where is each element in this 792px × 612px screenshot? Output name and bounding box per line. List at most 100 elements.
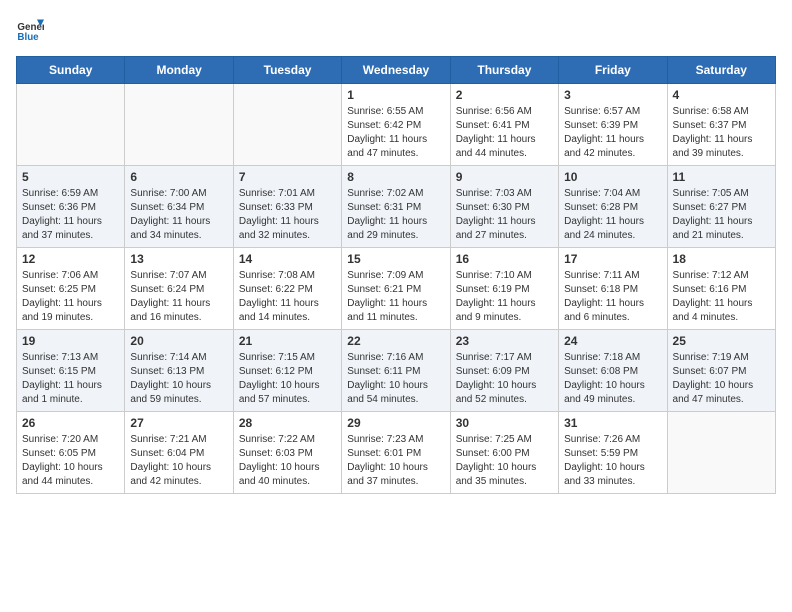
day-info: Sunrise: 7:04 AMSunset: 6:28 PMDaylight:… xyxy=(564,187,661,243)
day-number: 15 xyxy=(347,252,444,266)
day-info: Sunrise: 7:25 AMSunset: 6:00 PMDaylight:… xyxy=(456,433,553,489)
table-row: 9 Sunrise: 7:03 AMSunset: 6:30 PMDaylight… xyxy=(450,166,558,248)
table-row: 17Sunrise: 7:11 AMSunset: 6:18 PMDayligh… xyxy=(559,248,667,330)
header-saturday: Saturday xyxy=(667,57,775,84)
day-number: 22 xyxy=(347,334,444,348)
day-number: 20 xyxy=(130,334,227,348)
day-number: 9 xyxy=(456,170,553,184)
table-row: 23Sunrise: 7:17 AMSunset: 6:09 PMDayligh… xyxy=(450,330,558,412)
svg-text:Blue: Blue xyxy=(17,32,39,43)
day-number: 8 xyxy=(347,170,444,184)
table-row: 8 Sunrise: 7:02 AMSunset: 6:31 PMDaylight… xyxy=(342,166,450,248)
day-info: Sunrise: 6:57 AMSunset: 6:39 PMDaylight:… xyxy=(564,105,661,161)
day-info: Sunrise: 7:08 AMSunset: 6:22 PMDaylight:… xyxy=(239,269,336,325)
day-info: Sunrise: 7:19 AMSunset: 6:07 PMDaylight:… xyxy=(673,351,770,407)
table-row: 1 Sunrise: 6:55 AMSunset: 6:42 PMDaylight… xyxy=(342,84,450,166)
day-number: 28 xyxy=(239,416,336,430)
day-info: Sunrise: 7:00 AMSunset: 6:34 PMDaylight:… xyxy=(130,187,227,243)
day-number: 26 xyxy=(22,416,119,430)
day-info: Sunrise: 7:03 AMSunset: 6:30 PMDaylight:… xyxy=(456,187,553,243)
day-number: 11 xyxy=(673,170,770,184)
weekday-header-row: Sunday Monday Tuesday Wednesday Thursday… xyxy=(17,57,776,84)
header: General Blue xyxy=(16,16,776,44)
header-tuesday: Tuesday xyxy=(233,57,341,84)
day-number: 3 xyxy=(564,88,661,102)
day-info: Sunrise: 6:58 AMSunset: 6:37 PMDaylight:… xyxy=(673,105,770,161)
day-info: Sunrise: 7:15 AMSunset: 6:12 PMDaylight:… xyxy=(239,351,336,407)
day-info: Sunrise: 7:09 AMSunset: 6:21 PMDaylight:… xyxy=(347,269,444,325)
table-row: 26 Sunrise: 7:20 AMSunset: 6:05 PMDayligh… xyxy=(17,412,125,494)
table-row: 19 Sunrise: 7:13 AMSunset: 6:15 PMDayligh… xyxy=(17,330,125,412)
table-row: 14 Sunrise: 7:08 AMSunset: 6:22 PMDayligh… xyxy=(233,248,341,330)
table-row: 15 Sunrise: 7:09 AMSunset: 6:21 PMDayligh… xyxy=(342,248,450,330)
day-number: 19 xyxy=(22,334,119,348)
calendar-week-5: 26 Sunrise: 7:20 AMSunset: 6:05 PMDayligh… xyxy=(17,412,776,494)
table-row: 10 Sunrise: 7:04 AMSunset: 6:28 PMDayligh… xyxy=(559,166,667,248)
table-row: 30 Sunrise: 7:25 AMSunset: 6:00 PMDayligh… xyxy=(450,412,558,494)
day-info: Sunrise: 7:13 AMSunset: 6:15 PMDaylight:… xyxy=(22,351,119,407)
table-row: 3 Sunrise: 6:57 AMSunset: 6:39 PMDaylight… xyxy=(559,84,667,166)
table-row: 7 Sunrise: 7:01 AMSunset: 6:33 PMDaylight… xyxy=(233,166,341,248)
calendar-week-1: 1 Sunrise: 6:55 AMSunset: 6:42 PMDaylight… xyxy=(17,84,776,166)
table-row: 13 Sunrise: 7:07 AMSunset: 6:24 PMDayligh… xyxy=(125,248,233,330)
table-row xyxy=(233,84,341,166)
table-row: 24 Sunrise: 7:18 AMSunset: 6:08 PMDayligh… xyxy=(559,330,667,412)
day-number: 29 xyxy=(347,416,444,430)
logo: General Blue xyxy=(16,16,44,44)
day-number: 25 xyxy=(673,334,770,348)
day-info: Sunrise: 7:23 AMSunset: 6:01 PMDaylight:… xyxy=(347,433,444,489)
table-row: 16 Sunrise: 7:10 AMSunset: 6:19 PMDayligh… xyxy=(450,248,558,330)
table-row: 22 Sunrise: 7:16 AMSunset: 6:11 PMDayligh… xyxy=(342,330,450,412)
table-row: 6Sunrise: 7:00 AMSunset: 6:34 PMDaylight… xyxy=(125,166,233,248)
table-row: 2Sunrise: 6:56 AMSunset: 6:41 PMDaylight… xyxy=(450,84,558,166)
day-info: Sunrise: 6:56 AMSunset: 6:41 PMDaylight:… xyxy=(456,105,553,161)
day-info: Sunrise: 7:18 AMSunset: 6:08 PMDaylight:… xyxy=(564,351,661,407)
table-row: 4 Sunrise: 6:58 AMSunset: 6:37 PMDaylight… xyxy=(667,84,775,166)
day-info: Sunrise: 7:10 AMSunset: 6:19 PMDaylight:… xyxy=(456,269,553,325)
day-number: 30 xyxy=(456,416,553,430)
day-info: Sunrise: 7:20 AMSunset: 6:05 PMDaylight:… xyxy=(22,433,119,489)
day-number: 5 xyxy=(22,170,119,184)
day-info: Sunrise: 7:07 AMSunset: 6:24 PMDaylight:… xyxy=(130,269,227,325)
table-row: 27 Sunrise: 7:21 AMSunset: 6:04 PMDayligh… xyxy=(125,412,233,494)
day-number: 10 xyxy=(564,170,661,184)
table-row: 29 Sunrise: 7:23 AMSunset: 6:01 PMDayligh… xyxy=(342,412,450,494)
day-number: 12 xyxy=(22,252,119,266)
day-number: 4 xyxy=(673,88,770,102)
day-info: Sunrise: 7:22 AMSunset: 6:03 PMDaylight:… xyxy=(239,433,336,489)
day-number: 24 xyxy=(564,334,661,348)
table-row: 11Sunrise: 7:05 AMSunset: 6:27 PMDayligh… xyxy=(667,166,775,248)
table-row xyxy=(17,84,125,166)
calendar-week-2: 5 Sunrise: 6:59 AMSunset: 6:36 PMDaylight… xyxy=(17,166,776,248)
day-info: Sunrise: 7:26 AMSunset: 5:59 PMDaylight:… xyxy=(564,433,661,489)
day-number: 21 xyxy=(239,334,336,348)
day-number: 31 xyxy=(564,416,661,430)
day-number: 7 xyxy=(239,170,336,184)
table-row: 18Sunrise: 7:12 AMSunset: 6:16 PMDayligh… xyxy=(667,248,775,330)
day-info: Sunrise: 7:21 AMSunset: 6:04 PMDaylight:… xyxy=(130,433,227,489)
day-number: 14 xyxy=(239,252,336,266)
header-sunday: Sunday xyxy=(17,57,125,84)
day-number: 23 xyxy=(456,334,553,348)
calendar-week-3: 12Sunrise: 7:06 AMSunset: 6:25 PMDayligh… xyxy=(17,248,776,330)
day-info: Sunrise: 7:16 AMSunset: 6:11 PMDaylight:… xyxy=(347,351,444,407)
day-info: Sunrise: 7:02 AMSunset: 6:31 PMDaylight:… xyxy=(347,187,444,243)
header-thursday: Thursday xyxy=(450,57,558,84)
day-info: Sunrise: 7:01 AMSunset: 6:33 PMDaylight:… xyxy=(239,187,336,243)
table-row: 5 Sunrise: 6:59 AMSunset: 6:36 PMDaylight… xyxy=(17,166,125,248)
table-row: 25 Sunrise: 7:19 AMSunset: 6:07 PMDayligh… xyxy=(667,330,775,412)
day-info: Sunrise: 6:55 AMSunset: 6:42 PMDaylight:… xyxy=(347,105,444,161)
day-number: 18 xyxy=(673,252,770,266)
day-info: Sunrise: 7:11 AMSunset: 6:18 PMDaylight:… xyxy=(564,269,661,325)
day-number: 27 xyxy=(130,416,227,430)
day-number: 1 xyxy=(347,88,444,102)
table-row: 28 Sunrise: 7:22 AMSunset: 6:03 PMDayligh… xyxy=(233,412,341,494)
day-info: Sunrise: 6:59 AMSunset: 6:36 PMDaylight:… xyxy=(22,187,119,243)
table-row: 20 Sunrise: 7:14 AMSunset: 6:13 PMDayligh… xyxy=(125,330,233,412)
day-info: Sunrise: 7:14 AMSunset: 6:13 PMDaylight:… xyxy=(130,351,227,407)
calendar-week-4: 19 Sunrise: 7:13 AMSunset: 6:15 PMDayligh… xyxy=(17,330,776,412)
table-row xyxy=(667,412,775,494)
header-wednesday: Wednesday xyxy=(342,57,450,84)
day-number: 13 xyxy=(130,252,227,266)
day-number: 16 xyxy=(456,252,553,266)
